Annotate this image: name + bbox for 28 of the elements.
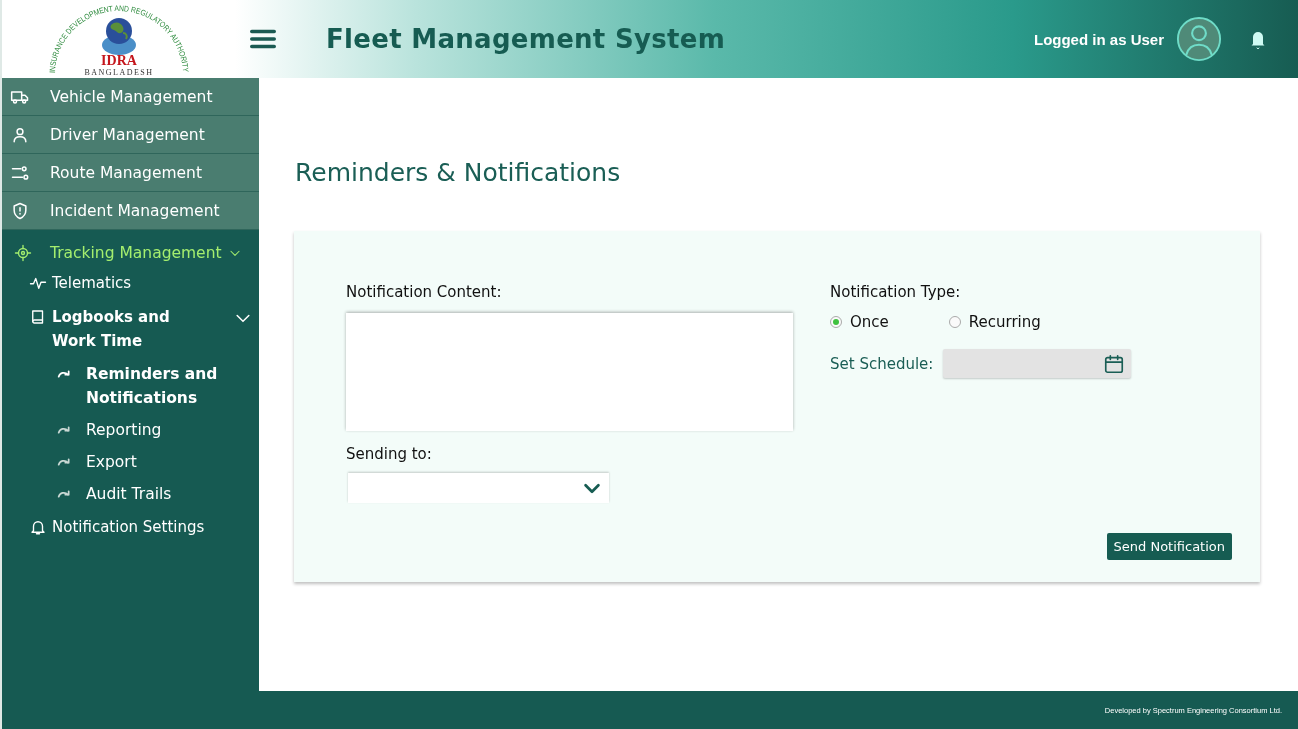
nav-link[interactable]: Reminders and Notifications — [2, 358, 259, 414]
date-field[interactable] — [943, 349, 1132, 378]
shield-icon — [10, 200, 30, 221]
field-label: Sending to: — [346, 445, 433, 463]
field-label: Notification Content: — [346, 283, 503, 301]
field-label: Set Schedule: — [830, 354, 934, 373]
nav-link[interactable]: Notification Settings — [2, 510, 259, 544]
send-button[interactable]: Send Notification — [1106, 533, 1232, 560]
nav-group[interactable]: Tracking Management — [2, 230, 259, 266]
nav-link[interactable]: Reporting — [2, 414, 259, 446]
nav-link[interactable]: Telematics — [2, 266, 259, 300]
nav-tab[interactable]: Incident Management — [2, 192, 259, 230]
radio-option[interactable]: Recurring — [948, 313, 1041, 331]
nav-link[interactable]: Logbooks and Work Time — [2, 300, 259, 358]
nav-tab[interactable]: Route Management — [2, 154, 259, 192]
app-title: Fleet Management System — [326, 24, 726, 54]
field-label: Notification Type: — [830, 283, 962, 301]
avatar-icon[interactable] — [1176, 16, 1222, 62]
radio-option[interactable]: Once — [830, 313, 889, 331]
nav-tab[interactable]: Driver Management — [2, 116, 259, 154]
nav-tab[interactable]: Vehicle Management — [2, 78, 259, 116]
user-label: Logged in as User — [1033, 30, 1164, 48]
calendar-icon — [1103, 352, 1126, 375]
target-icon — [14, 244, 32, 262]
page-heading: Reminders & Notifications — [295, 158, 622, 187]
nav-link[interactable]: Export — [2, 446, 259, 478]
bell-icon — [29, 518, 47, 536]
nav-link[interactable]: Audit Trails — [2, 478, 259, 510]
